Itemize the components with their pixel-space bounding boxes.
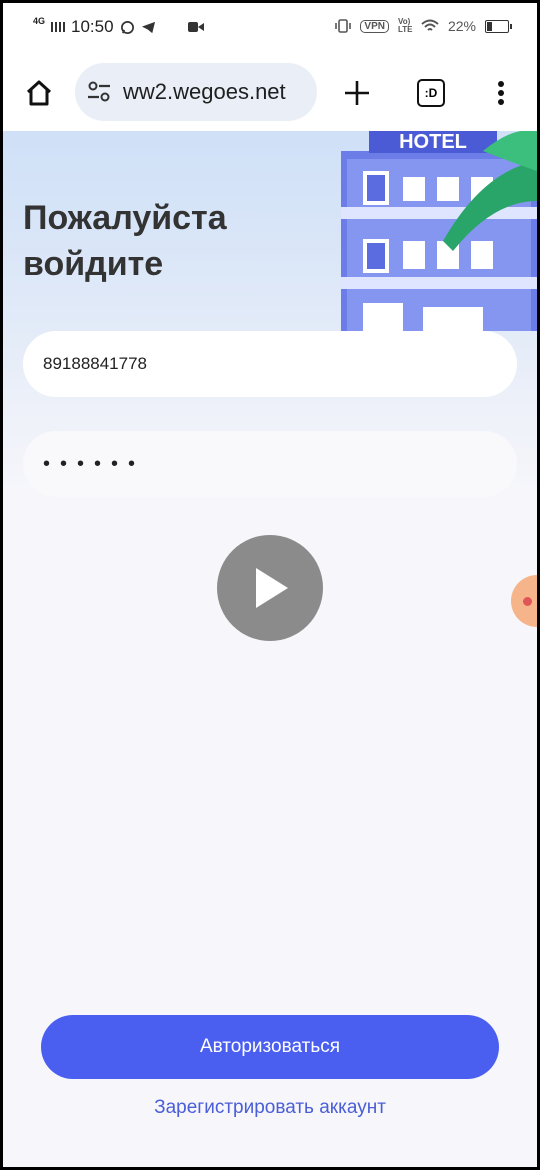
wifi-icon — [421, 19, 439, 31]
status-left: 4G 10:50 — [33, 16, 204, 37]
hotel-sign: HOTEL — [399, 131, 467, 153]
address-bar[interactable]: ww2.wegoes.net — [75, 63, 317, 121]
vpn-badge: VPN — [360, 19, 389, 33]
whatsapp-icon — [120, 20, 134, 34]
menu-button[interactable] — [481, 73, 521, 113]
status-right: VPN Vo) LTE 22% — [335, 17, 512, 34]
phone-input[interactable]: 89188841778 — [23, 331, 517, 397]
tab-count: :D — [417, 79, 445, 107]
floating-chat-button[interactable] — [511, 575, 537, 627]
signal-icon — [51, 22, 66, 32]
play-icon — [256, 568, 288, 608]
home-icon — [26, 80, 52, 106]
url-text[interactable]: ww2.wegoes.net — [123, 79, 286, 105]
site-settings-icon[interactable] — [87, 81, 111, 103]
login-page: HOTEL Пожалуйста войдите 89188841778 •••… — [3, 131, 537, 1167]
title-line-1: Пожалуйста — [23, 199, 227, 237]
page-title: Пожалуйста войдите — [23, 195, 323, 287]
network-type: 4G — [33, 16, 46, 26]
home-button[interactable] — [19, 73, 59, 113]
telegram-icon — [141, 21, 155, 33]
status-time: 10:50 — [71, 17, 114, 36]
video-record-icon — [187, 22, 204, 32]
tab-switcher-button[interactable]: :D — [411, 73, 451, 113]
register-link[interactable]: Зарегистрировать аккаунт — [3, 1097, 537, 1119]
battery-icon — [485, 19, 512, 33]
play-button[interactable] — [217, 535, 323, 641]
hotel-illustration: HOTEL — [341, 131, 537, 331]
browser-toolbar: ww2.wegoes.net :D — [3, 55, 537, 131]
status-bar: 4G 10:50 VPN Vo) LTE 22% — [3, 3, 537, 55]
more-vert-icon — [498, 81, 504, 105]
phone-screen: 4G 10:50 VPN Vo) LTE 22% ww2.wegoes.net — [3, 3, 537, 1167]
volte-badge: Vo) LTE — [397, 17, 413, 34]
title-line-2: войдите — [23, 245, 164, 283]
login-button[interactable]: Авторизоваться — [41, 1015, 499, 1079]
vibrate-icon — [335, 19, 352, 33]
plus-icon — [345, 81, 369, 105]
battery-percent: 22% — [447, 18, 476, 34]
new-tab-button[interactable] — [337, 73, 377, 113]
password-input[interactable]: •••••• — [23, 431, 517, 497]
